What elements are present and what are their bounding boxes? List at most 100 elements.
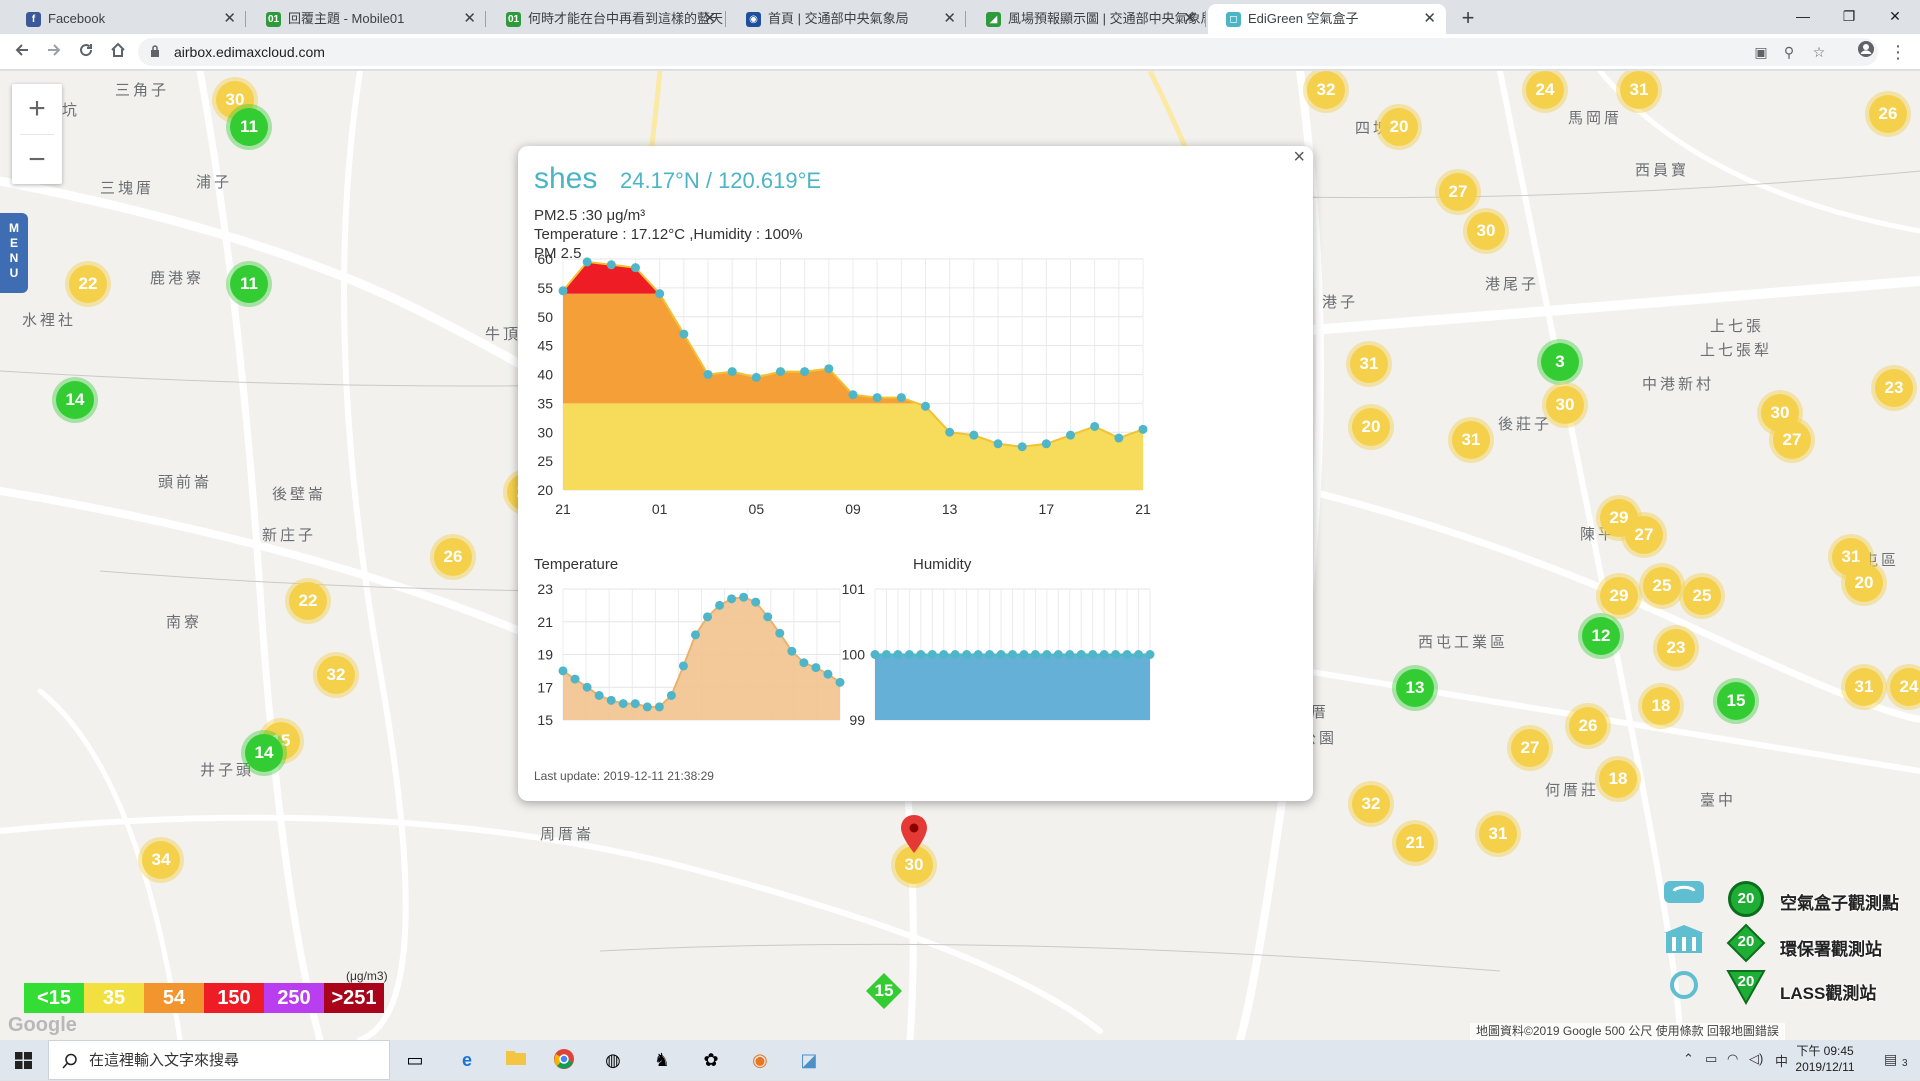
sensor-marker[interactable]: 31 <box>1452 421 1490 459</box>
file-explorer-icon[interactable] <box>504 1048 528 1072</box>
sensor-marker[interactable]: 25 <box>1683 577 1721 615</box>
sensor-marker[interactable]: 24 <box>1890 668 1920 706</box>
edge-icon[interactable]: e <box>455 1048 479 1072</box>
sensor-marker[interactable]: 26 <box>434 538 472 576</box>
place-label: 頭前崙 <box>158 474 213 491</box>
network-icon[interactable]: ◠ <box>1727 1051 1738 1067</box>
sensor-marker[interactable]: 30 <box>1546 386 1584 424</box>
taskbar-search-box[interactable]: 在這裡輸入文字來搜尋 <box>48 1040 390 1080</box>
chrome-icon[interactable] <box>552 1048 576 1072</box>
close-window-button[interactable]: ✕ <box>1872 2 1918 30</box>
epa-station-marker[interactable]: 15 <box>864 971 904 1011</box>
sensor-marker[interactable]: 32 <box>1307 71 1345 109</box>
sensor-marker[interactable]: 14 <box>245 734 283 772</box>
app-icon-2[interactable]: ♞ <box>650 1048 674 1072</box>
sensor-marker[interactable]: 26 <box>1869 95 1907 133</box>
menu-tab-button[interactable]: M E N U <box>0 213 28 293</box>
zoom-icon[interactable]: ⚲ <box>1778 42 1800 62</box>
tray-chevron-icon[interactable]: ⌃ <box>1683 1051 1694 1067</box>
sensor-marker[interactable]: 31 <box>1620 71 1658 109</box>
y-tick-label: 35 <box>537 395 553 411</box>
data-point <box>570 674 580 684</box>
sensor-marker[interactable]: 27 <box>1773 421 1811 459</box>
sensor-marker[interactable]: 22 <box>69 265 107 303</box>
sensor-marker[interactable]: 20 <box>1380 108 1418 146</box>
ime-indicator[interactable]: 中 <box>1775 1051 1788 1070</box>
y-tick-label: 55 <box>537 280 553 296</box>
browser-tab[interactable]: ◢ 風場預報顯示圖 | 交通部中央氣象局 ✕ <box>968 4 1206 34</box>
sensor-marker[interactable]: 18 <box>1642 687 1680 725</box>
browser-menu-button[interactable]: ⋮ <box>1884 38 1912 66</box>
new-tab-button[interactable]: + <box>1453 4 1483 34</box>
sensor-marker[interactable]: 11 <box>230 265 268 303</box>
app-icon-4[interactable]: ◉ <box>748 1048 772 1072</box>
sensor-marker[interactable]: 23 <box>1875 369 1913 407</box>
sensor-marker[interactable]: 11 <box>230 108 268 146</box>
place-label: 水裡社 <box>22 312 77 329</box>
sensor-marker[interactable]: 14 <box>56 381 94 419</box>
back-button[interactable] <box>8 38 36 66</box>
sensor-marker[interactable]: 27 <box>1625 516 1663 554</box>
taskbar-clock[interactable]: 下午 09:45 2019/12/11 <box>1790 1043 1860 1075</box>
reload-button[interactable] <box>72 38 100 66</box>
tab-close-icon[interactable]: ✕ <box>223 4 236 34</box>
sensor-marker[interactable]: 32 <box>1352 785 1390 823</box>
sensor-marker[interactable]: 23 <box>1657 629 1695 667</box>
tab-close-icon[interactable]: ✕ <box>1423 4 1436 34</box>
place-label: 馬岡厝 <box>1568 110 1623 127</box>
tab-close-icon[interactable]: ✕ <box>1183 4 1196 34</box>
tab-close-icon[interactable]: ✕ <box>463 4 476 34</box>
zoom-in-button[interactable]: + <box>12 84 62 134</box>
start-button[interactable] <box>0 1040 48 1080</box>
app-icon-5[interactable]: ◪ <box>797 1048 821 1072</box>
sensor-marker[interactable]: 3 <box>1541 343 1579 381</box>
notification-icon[interactable]: ▤ <box>1884 1051 1897 1068</box>
sensor-marker[interactable]: 24 <box>1526 71 1564 109</box>
browser-tab[interactable]: 01 何時才能在台中再看到這樣的藍天 ✕ <box>488 4 726 34</box>
browser-tab[interactable]: ◻ EdiGreen 空氣盒子 ✕ <box>1208 4 1446 34</box>
profile-avatar[interactable] <box>1852 38 1880 66</box>
browser-tab[interactable]: ◉ 首頁 | 交通部中央氣象局 ✕ <box>728 4 966 34</box>
data-point <box>1065 650 1075 659</box>
sensor-marker[interactable]: 31 <box>1479 815 1517 853</box>
sensor-marker[interactable]: 31 <box>1845 668 1883 706</box>
sensor-marker[interactable]: 31 <box>1350 345 1388 383</box>
tab-close-icon[interactable]: ✕ <box>943 4 956 34</box>
home-button[interactable] <box>104 38 132 66</box>
app-icon-1[interactable]: ◍ <box>601 1048 625 1072</box>
sensor-marker[interactable]: 21 <box>1396 824 1434 862</box>
forward-button[interactable] <box>40 38 68 66</box>
zoom-out-button[interactable]: − <box>12 135 62 185</box>
browser-tab[interactable]: f Facebook ✕ <box>8 4 246 34</box>
app-icon-3[interactable]: ✿ <box>699 1048 723 1072</box>
map-attribution[interactable]: 地圖資料©2019 Google 500 公尺 使用條款 回報地圖錯誤 <box>1470 1023 1785 1040</box>
sensor-marker[interactable]: 18 <box>1599 760 1637 798</box>
sensor-marker[interactable]: 30 <box>1467 212 1505 250</box>
map-canvas[interactable]: 三角子坑三塊厝浦子鹿港寮水裡社牛頂頭前崙後壁崙新庄子南寮井子頭台中工業區虎寮埔下… <box>0 71 1920 1040</box>
task-view-icon[interactable]: ▭ <box>403 1048 427 1072</box>
location-pin-icon[interactable] <box>898 813 930 855</box>
address-bar[interactable]: airbox.edimaxcloud.com ▣ ⚲ ☆ <box>138 38 1878 66</box>
sensor-marker[interactable]: 12 <box>1582 617 1620 655</box>
data-point <box>945 427 955 437</box>
sensor-marker[interactable]: 32 <box>317 656 355 694</box>
sensor-marker[interactable]: 20 <box>1352 408 1390 446</box>
bookmark-star-icon[interactable]: ☆ <box>1808 42 1830 62</box>
minimize-button[interactable]: — <box>1780 2 1826 30</box>
sensor-marker[interactable]: 29 <box>1600 577 1638 615</box>
sensor-marker[interactable]: 34 <box>142 841 180 879</box>
sensor-marker[interactable]: 27 <box>1511 729 1549 767</box>
tab-close-icon[interactable]: ✕ <box>703 4 716 34</box>
sensor-marker[interactable]: 20 <box>1845 564 1883 602</box>
sensor-marker[interactable]: 26 <box>1569 707 1607 745</box>
sensor-marker[interactable]: 13 <box>1396 669 1434 707</box>
sensor-marker[interactable]: 25 <box>1643 567 1681 605</box>
sensor-marker[interactable]: 15 <box>1717 682 1755 720</box>
volume-icon[interactable]: ◁) <box>1749 1051 1763 1067</box>
sensor-marker[interactable]: 27 <box>1439 173 1477 211</box>
translate-icon[interactable]: ▣ <box>1750 42 1772 62</box>
clock-date: 2019/12/11 <box>1795 1060 1855 1074</box>
maximize-button[interactable]: ❐ <box>1826 2 1872 30</box>
browser-tab[interactable]: 01 回覆主題 - Mobile01 ✕ <box>248 4 486 34</box>
sensor-marker[interactable]: 22 <box>289 582 327 620</box>
